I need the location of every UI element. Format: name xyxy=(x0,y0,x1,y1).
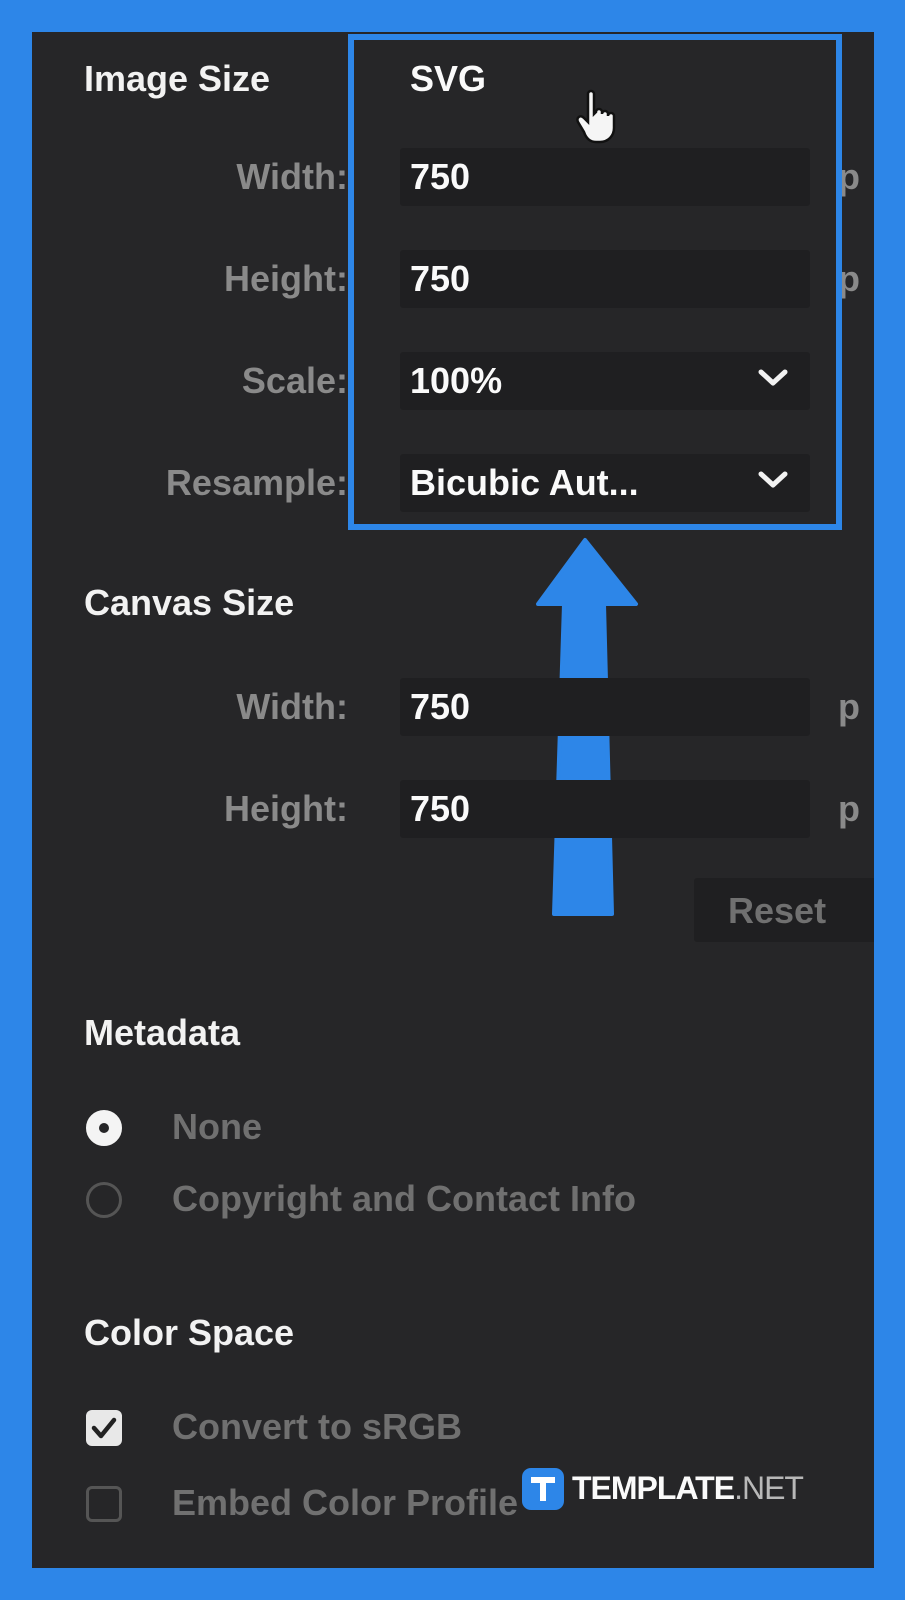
canvas-size-heading: Canvas Size xyxy=(84,582,295,623)
convert-srgb-checkbox[interactable] xyxy=(86,1410,122,1446)
embed-profile-checkbox[interactable] xyxy=(86,1486,122,1522)
metadata-option-copyright: Copyright and Contact Info xyxy=(172,1178,636,1219)
metadata-heading: Metadata xyxy=(84,1012,241,1053)
export-settings-panel: Image Size SVG Width: 750 p Height: 750 … xyxy=(32,32,874,1568)
canvas-height-value: 750 xyxy=(410,788,471,829)
image-size-heading: Image Size xyxy=(84,58,271,99)
canvas-height-unit: p xyxy=(838,788,860,829)
template-watermark: TEMPLATE.NET xyxy=(572,1470,804,1507)
canvas-height-label: Height: xyxy=(224,788,348,829)
canvas-width-unit: p xyxy=(838,686,860,727)
checkmark-icon xyxy=(91,1417,117,1439)
watermark-brand-bold: TEMPLATE xyxy=(572,1470,735,1506)
embed-profile-label: Embed Color Profile xyxy=(172,1482,519,1523)
metadata-none-radio[interactable] xyxy=(86,1110,122,1146)
template-logo-icon xyxy=(522,1468,564,1510)
highlight-box xyxy=(348,34,842,530)
watermark-brand-light: .NET xyxy=(734,1470,804,1506)
convert-srgb-label: Convert to sRGB xyxy=(172,1406,463,1447)
color-space-heading: Color Space xyxy=(84,1312,295,1353)
scale-label: Scale: xyxy=(241,360,348,401)
canvas-width-label: Width: xyxy=(236,686,348,727)
canvas-width-value: 750 xyxy=(410,686,471,727)
metadata-copyright-radio[interactable] xyxy=(86,1182,122,1218)
metadata-option-none: None xyxy=(172,1106,262,1147)
resample-label: Resample: xyxy=(165,462,348,503)
image-height-label: Height: xyxy=(224,258,348,299)
reset-button-label: Reset xyxy=(728,890,827,931)
image-width-label: Width: xyxy=(236,156,348,197)
